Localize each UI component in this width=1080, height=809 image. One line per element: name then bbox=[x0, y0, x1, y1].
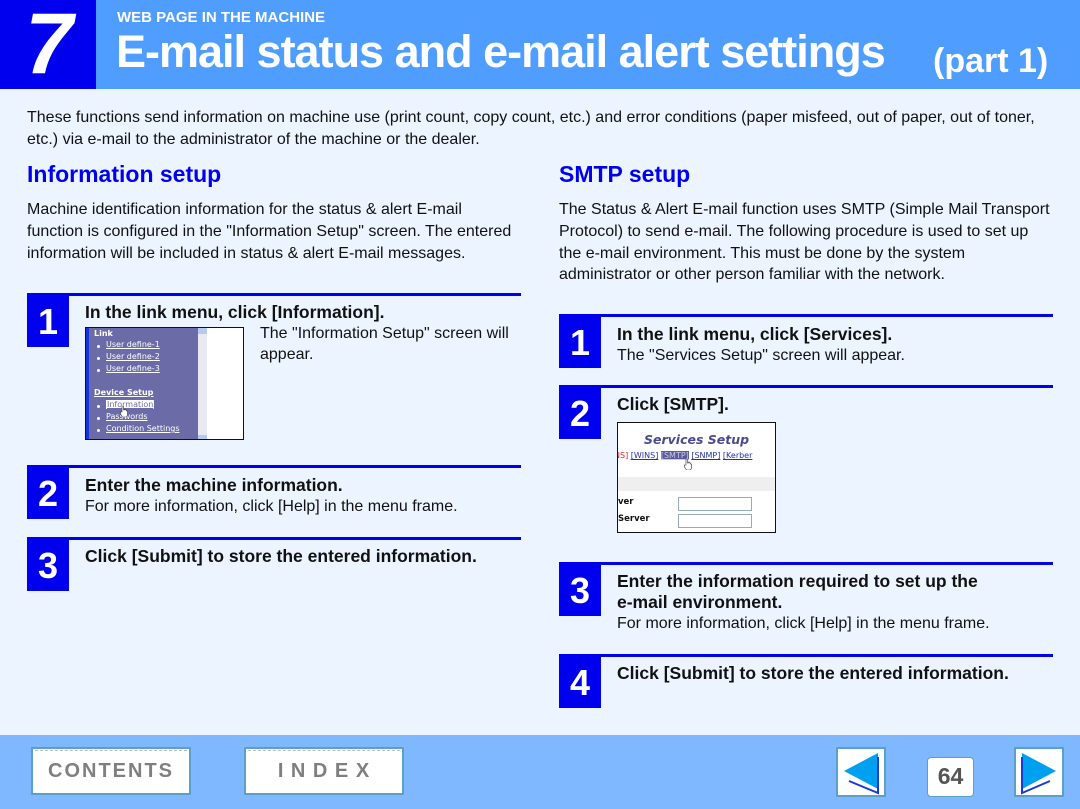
scrollbar-arrow-down bbox=[198, 435, 207, 439]
smtp-setup-description: The Status & Alert E-mail function uses … bbox=[559, 201, 1050, 284]
step-text: The "Information Setup" screen will appe… bbox=[260, 325, 509, 363]
contents-button[interactable]: CONTENTS bbox=[31, 747, 191, 795]
step-title: In the link menu, click [Information]. bbox=[85, 302, 385, 322]
bullet-icon bbox=[97, 357, 100, 360]
tab-link-snmp: [SNMP] bbox=[691, 451, 721, 460]
scrollbar-arrow-up bbox=[198, 328, 207, 334]
right-arrow-icon bbox=[1021, 753, 1056, 795]
services-setup-title: Services Setup bbox=[644, 432, 750, 447]
section-band bbox=[618, 477, 775, 491]
tab-link-wins: [WINS] bbox=[630, 451, 659, 460]
menu-item: User define-2 bbox=[106, 352, 160, 361]
field-label: Server bbox=[618, 514, 650, 524]
intro-paragraph: These functions send information on mach… bbox=[27, 109, 1035, 148]
tab-link-kerberos: [Kerber bbox=[722, 451, 753, 460]
step-title: Enter the information required to set up… bbox=[617, 571, 978, 591]
step-text: For more information, click [Help] in th… bbox=[617, 615, 990, 632]
hand-cursor-icon bbox=[120, 406, 128, 417]
step-divider bbox=[559, 385, 1053, 388]
bullet-icon bbox=[97, 405, 100, 408]
bullet-icon bbox=[97, 417, 100, 420]
page-header: 7 WEB PAGE IN THE MACHINE E-mail status … bbox=[0, 0, 1080, 89]
bullet-icon bbox=[97, 345, 100, 348]
link-menu-panel: Link User define-1 User define-2 User de… bbox=[86, 328, 201, 439]
step-number: 3 bbox=[559, 565, 601, 616]
step-divider bbox=[559, 314, 1053, 317]
step-divider bbox=[559, 562, 1053, 565]
tab-link-partial: NS] bbox=[618, 451, 629, 460]
step-divider bbox=[27, 537, 521, 540]
step-title: Click [Submit] to store the entered info… bbox=[85, 546, 477, 566]
step-divider bbox=[27, 293, 521, 296]
step-text: The "Services Setup" screen will appear. bbox=[617, 347, 905, 364]
bullet-icon bbox=[97, 429, 100, 432]
step-title: Click [Submit] to store the entered info… bbox=[617, 663, 1009, 683]
chapter-kicker: WEB PAGE IN THE MACHINE bbox=[117, 9, 326, 26]
step-title-line2: e-mail environment. bbox=[617, 592, 783, 612]
services-setup-screenshot: Services Setup NS] [WINS] [SMTP] [SNMP] … bbox=[617, 422, 776, 533]
step-number: 1 bbox=[559, 317, 601, 368]
step-divider bbox=[559, 654, 1053, 657]
scrollbar bbox=[198, 328, 207, 439]
field-label: ver bbox=[618, 497, 634, 507]
step-number: 2 bbox=[27, 468, 69, 519]
information-setup-heading: Information setup bbox=[27, 161, 222, 187]
link-menu-screenshot: Link User define-1 User define-2 User de… bbox=[85, 327, 244, 440]
page-title: E-mail status and e-mail alert settings bbox=[116, 26, 886, 77]
page-title-part: (part 1) bbox=[933, 42, 1049, 80]
chapter-number: 7 bbox=[25, 0, 73, 92]
step-number: 1 bbox=[27, 296, 69, 347]
menu-section-title: Link bbox=[94, 329, 113, 338]
hand-cursor-icon bbox=[684, 459, 692, 470]
index-button[interactable]: I N D E X bbox=[244, 747, 404, 795]
left-arrow-icon bbox=[844, 753, 879, 795]
step-title: In the link menu, click [Services]. bbox=[617, 324, 893, 344]
next-page-button[interactable] bbox=[1014, 747, 1064, 797]
menu-item: User define-3 bbox=[106, 364, 160, 373]
step-number: 3 bbox=[27, 540, 69, 591]
footer-nav: CONTENTS I N D E X 64 bbox=[0, 735, 1080, 809]
step-divider bbox=[27, 465, 521, 468]
bullet-icon bbox=[97, 369, 100, 372]
page-number: 64 bbox=[927, 757, 974, 797]
menu-section-title: Device Setup bbox=[94, 388, 154, 397]
menu-item-selected: Information bbox=[106, 400, 155, 409]
menu-item: User define-1 bbox=[106, 340, 160, 349]
information-setup-description: Machine identification information for t… bbox=[27, 201, 512, 262]
step-number: 2 bbox=[559, 388, 601, 439]
server-field bbox=[678, 514, 752, 528]
step-text: For more information, click [Help] in th… bbox=[85, 498, 458, 515]
menu-item: Condition Settings bbox=[106, 424, 180, 433]
step-number: 4 bbox=[559, 657, 601, 708]
server-field bbox=[678, 497, 752, 511]
step-title: Enter the machine information. bbox=[85, 475, 343, 495]
smtp-setup-heading: SMTP setup bbox=[559, 161, 691, 187]
chapter-badge: 7 bbox=[0, 0, 96, 89]
step-title: Click [SMTP]. bbox=[617, 394, 729, 414]
previous-page-button[interactable] bbox=[836, 747, 886, 797]
